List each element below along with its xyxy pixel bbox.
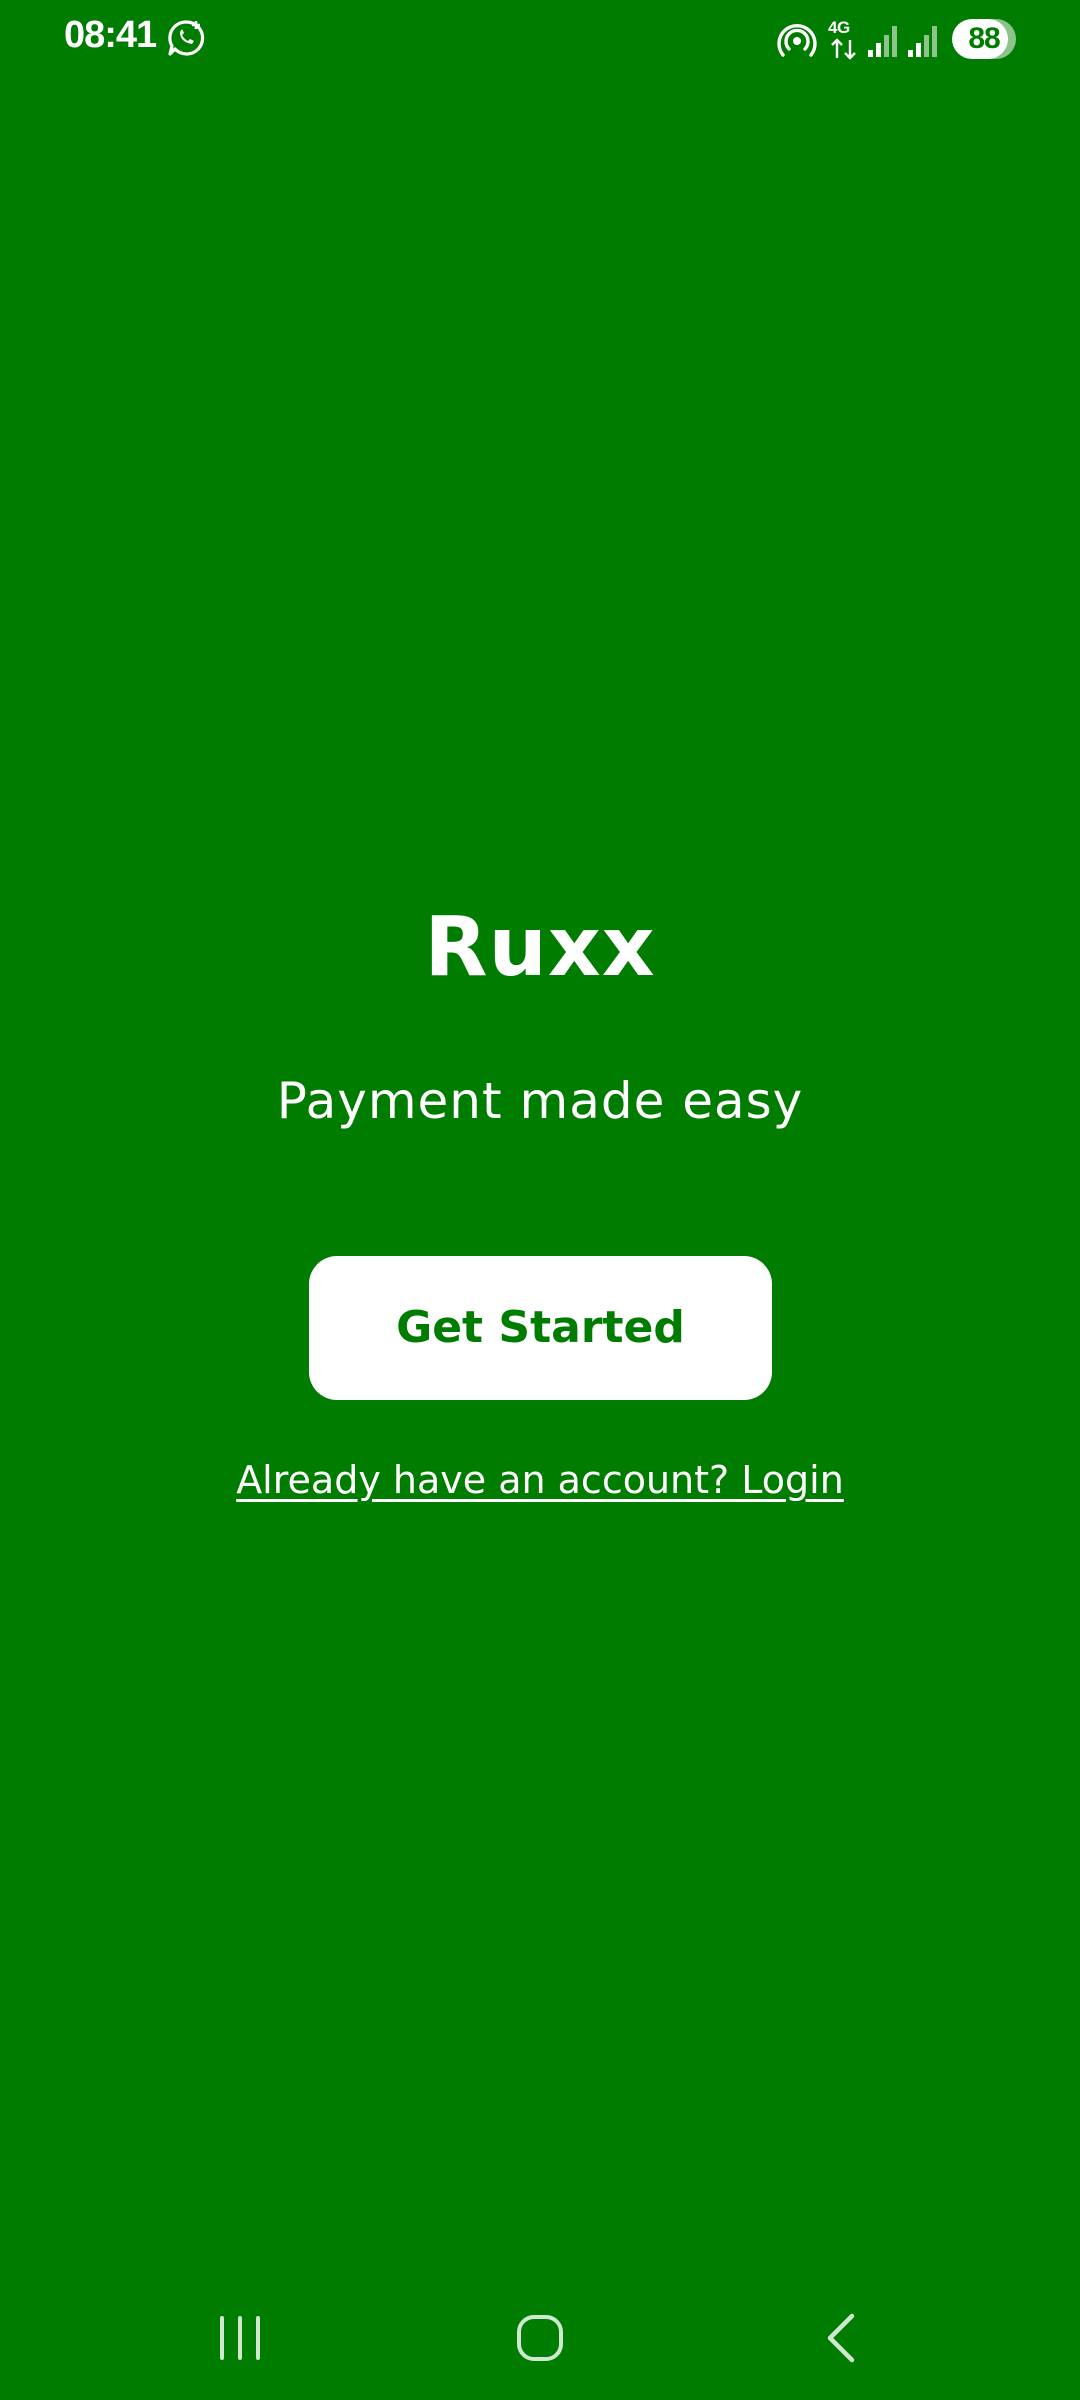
battery-icon: 88 xyxy=(952,19,1016,59)
network-type-label: 4G xyxy=(828,18,850,37)
app-title: Ruxx xyxy=(424,900,656,995)
whatsapp-icon xyxy=(168,20,205,56)
login-link[interactable]: Already have an account? Login xyxy=(0,1458,1080,1502)
status-time: 08:41 xyxy=(64,14,157,56)
hotspot-icon xyxy=(777,24,817,57)
signal-icon xyxy=(908,26,937,57)
back-icon[interactable] xyxy=(802,2302,882,2372)
recents-icon[interactable] xyxy=(200,2302,280,2372)
home-icon[interactable] xyxy=(500,2302,580,2372)
battery-level: 88 xyxy=(968,22,1000,55)
system-nav-bar xyxy=(0,2280,1080,2400)
app-tagline: Payment made easy xyxy=(276,1072,804,1130)
get-started-button[interactable]: Get Started xyxy=(309,1256,772,1400)
status-bar: 08:41 4G 88 xyxy=(0,0,1080,80)
signal-icon xyxy=(868,26,897,57)
network-4g-icon: 4G xyxy=(828,18,860,62)
